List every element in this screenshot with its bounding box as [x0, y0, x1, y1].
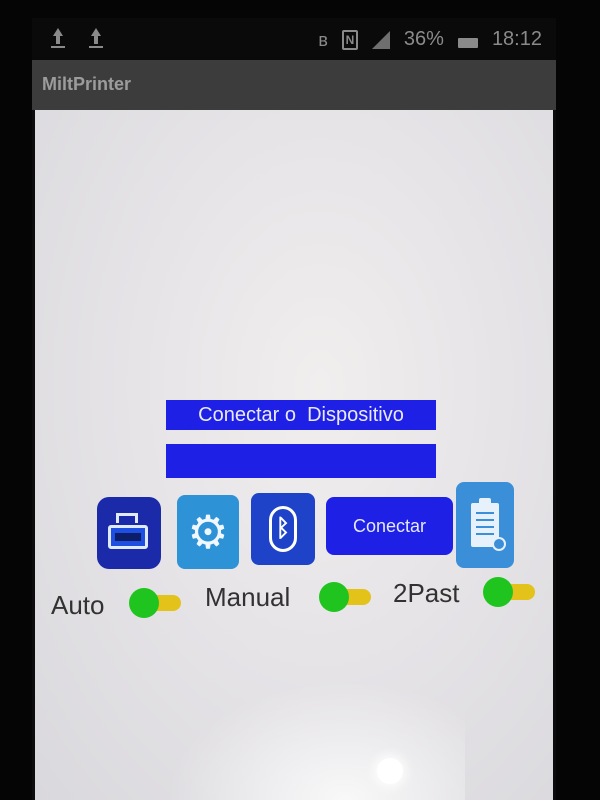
clock: 18:12: [491, 28, 542, 50]
gear-icon: ⚙: [187, 506, 229, 558]
status-bar: ʙ N 36% 18:12: [32, 18, 556, 60]
battery-icon: [457, 37, 478, 48]
toggle-auto[interactable]: [129, 588, 185, 618]
screen-light-reflection: [377, 758, 403, 784]
settings-button[interactable]: ⚙: [177, 495, 239, 569]
screen-glare: [165, 680, 465, 800]
phone-screen: ʙ N 36% 18:12 MiltPrinter Conectar o Dis…: [32, 18, 556, 800]
printer-icon: [106, 513, 152, 553]
toggle-thumb: [129, 588, 159, 618]
action-bar: MiltPrinter: [32, 60, 556, 110]
toggle-thumb: [319, 582, 349, 612]
clipboard-badge: [492, 537, 506, 551]
device-name-field[interactable]: [166, 444, 436, 478]
connect-button[interactable]: Conectar: [326, 497, 453, 555]
app-body: Conectar o Dispositivo ⚙ ᛒ Conectar Auto: [35, 110, 553, 800]
clipboard-lines: [476, 512, 494, 540]
printer-button[interactable]: [97, 497, 161, 569]
printer-top: [116, 513, 138, 523]
signal-icon: [371, 30, 390, 49]
battery-percent: 36%: [403, 28, 444, 50]
connect-device-label: Conectar o Dispositivo: [166, 400, 436, 430]
bluetooth-icon: ᛒ: [269, 506, 297, 552]
toggle-2past-label: 2Past: [393, 578, 460, 608]
printer-body: [108, 525, 148, 549]
nfc-icon: N: [341, 29, 358, 50]
bluetooth-button[interactable]: ᛒ: [251, 493, 315, 565]
bluetooth-icon: ʙ: [318, 29, 328, 50]
toggle-thumb: [483, 577, 513, 607]
toggle-manual[interactable]: [319, 582, 375, 612]
upload-icon: [88, 28, 104, 48]
toggle-2past[interactable]: [483, 577, 539, 607]
status-right: ʙ N 36% 18:12: [318, 28, 542, 51]
clipboard-icon: [471, 498, 506, 551]
app-title: MiltPrinter: [42, 74, 132, 94]
upload-icon: [50, 28, 66, 48]
toggle-auto-label: Auto: [51, 590, 105, 620]
clipboard-button[interactable]: [456, 482, 514, 568]
status-left: [50, 28, 104, 48]
toggle-manual-label: Manual: [205, 582, 291, 612]
